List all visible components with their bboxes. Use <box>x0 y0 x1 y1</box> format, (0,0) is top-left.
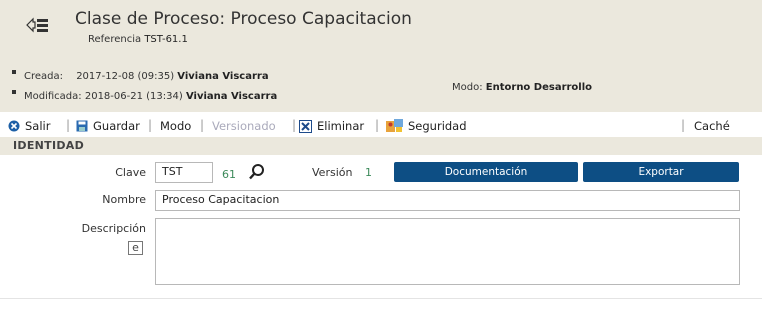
created-label: Creada: <box>24 71 63 82</box>
nombre-label: Nombre <box>102 193 146 206</box>
mode-label: Modo: <box>452 82 483 93</box>
created-by: Viviana Viscarra <box>177 71 269 82</box>
salir-button[interactable]: Salir <box>8 119 50 133</box>
guardar-label: Guardar <box>93 119 140 133</box>
mode-value: Entorno Desarrollo <box>485 82 593 93</box>
toolbar-separator: | <box>681 118 686 132</box>
salir-label: Salir <box>25 119 51 133</box>
reference: Referencia TST-61.1 <box>88 34 188 45</box>
toolbar-separator: | <box>200 118 205 132</box>
nombre-input[interactable]: Proceso Capacitacion <box>155 190 740 211</box>
clave-label: Clave <box>115 166 146 179</box>
eliminar-label: Eliminar <box>317 119 365 133</box>
descripcion-label: Descripción <box>81 222 146 235</box>
guardar-button[interactable]: Guardar <box>76 119 140 133</box>
mode-info: Modo: Entorno Desarrollo <box>452 82 592 93</box>
page-title: Clase de Proceso: Proceso Capacitacion <box>75 9 412 29</box>
save-icon <box>76 120 88 132</box>
reference-label: Referencia <box>88 34 142 45</box>
created-info: Creada: 2017-12-08 (09:35) Viviana Visca… <box>12 70 269 82</box>
versionado-button[interactable]: Versionado <box>212 119 276 133</box>
process-class-icon <box>26 17 48 33</box>
delete-icon <box>299 119 312 133</box>
section-header: IDENTIDAD <box>0 137 762 155</box>
modified-date: 2018-06-21 (13:34) <box>84 91 183 102</box>
version-value: 1 <box>365 166 372 179</box>
expand-editor-icon[interactable]: e <box>128 241 143 255</box>
toolbar-separator: | <box>292 118 297 132</box>
documentacion-button[interactable]: Documentación <box>394 162 578 182</box>
modo-button[interactable]: Modo <box>160 119 191 133</box>
descripcion-textarea[interactable] <box>155 218 740 285</box>
clave-number: 61 <box>222 168 236 181</box>
bullet-icon <box>12 90 16 94</box>
modified-by: Viviana Viscarra <box>185 91 278 102</box>
created-date: 2017-12-08 (09:35) <box>76 71 175 82</box>
cache-label: Caché <box>694 119 730 133</box>
cache-button[interactable]: Caché <box>694 119 730 133</box>
modified-label: Modificada: <box>24 91 82 102</box>
version-label: Versión <box>312 166 353 179</box>
seguridad-label: Seguridad <box>408 119 467 133</box>
modified-info: Modificada: 2018-06-21 (13:34) Viviana V… <box>12 90 278 102</box>
section-title: IDENTIDAD <box>13 139 85 152</box>
toolbar-separator: | <box>148 118 153 132</box>
eliminar-button[interactable]: Eliminar <box>299 119 364 133</box>
toolbar: Salir | Guardar | Modo | Versionado | El… <box>0 114 762 136</box>
record-header: Clase de Proceso: Proceso Capacitacion R… <box>0 0 762 112</box>
modo-label: Modo <box>160 119 192 133</box>
bullet-icon <box>12 70 16 74</box>
security-icon <box>386 119 403 132</box>
clave-input[interactable]: TST <box>155 162 213 183</box>
seguridad-button[interactable]: Seguridad <box>386 119 467 133</box>
toolbar-separator: | <box>66 118 71 132</box>
divider <box>0 298 762 299</box>
versionado-label: Versionado <box>212 119 276 133</box>
search-icon[interactable] <box>248 163 266 181</box>
exportar-button[interactable]: Exportar <box>583 162 739 182</box>
reference-value: TST-61.1 <box>144 34 188 45</box>
exit-icon <box>8 120 20 132</box>
toolbar-separator: | <box>375 118 380 132</box>
